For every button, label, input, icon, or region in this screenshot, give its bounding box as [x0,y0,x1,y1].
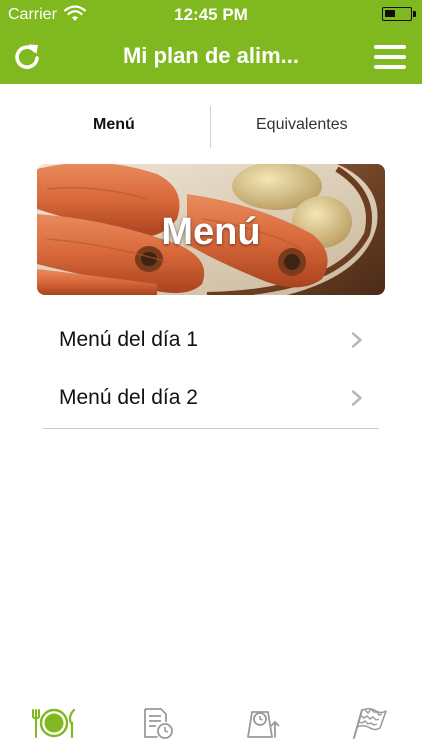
document-clock-icon[interactable] [142,706,174,740]
nav-bar: Mi plan de alim... [0,30,422,84]
page-title: Mi plan de alim... [122,43,300,68]
list-divider [43,428,379,429]
scale-clock-icon[interactable] [246,706,280,740]
battery-icon [382,7,416,21]
status-bar: Carrier 12:45 PM [0,0,422,30]
list-item-label: Menú del día 2 [59,386,198,409]
chevron-right-icon [351,332,362,348]
hamburger-menu-icon[interactable] [374,45,406,69]
menu-banner: Menú [37,164,385,295]
tab-divider [210,106,211,148]
list-item[interactable]: Menú del día 2 [43,368,379,426]
bottom-tab-bar [0,700,422,750]
checkered-flag-icon[interactable] [350,706,388,740]
list-item-label: Menú del día 1 [59,328,198,351]
menu-list: Menú del día 1 Menú del día 2 [43,310,379,429]
banner-title: Menú [161,211,261,253]
plate-cutlery-icon[interactable] [30,706,78,740]
refresh-icon[interactable] [12,41,42,71]
list-item[interactable]: Menú del día 1 [43,310,379,368]
chevron-right-icon [351,390,362,406]
segmented-tabs: Menú Equivalentes [0,84,422,164]
status-time: 12:45 PM [174,5,248,24]
tab-equivalentes[interactable]: Equivalentes [256,116,348,134]
tab-menu[interactable]: Menú [93,116,135,134]
